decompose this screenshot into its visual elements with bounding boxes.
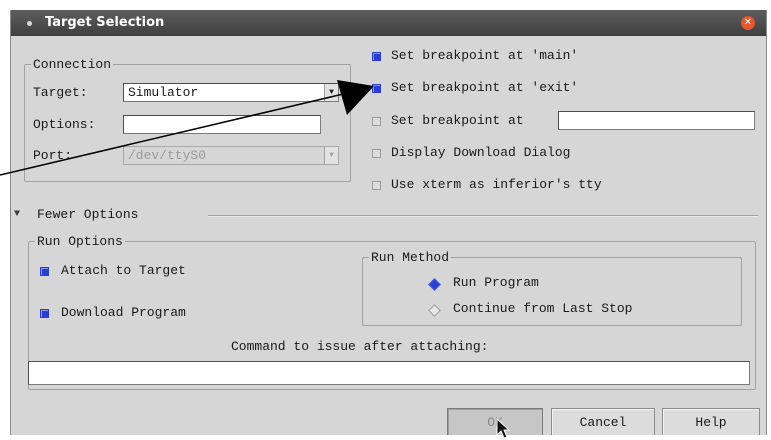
command-label: Command to issue after attaching: xyxy=(231,339,489,354)
target-combo[interactable]: Simulator ▼ xyxy=(123,83,339,102)
fewer-options-toggle[interactable]: Fewer Options xyxy=(37,207,138,222)
window-menu-icon[interactable] xyxy=(27,21,32,26)
breakpoint-main-label[interactable]: Set breakpoint at 'main' xyxy=(391,48,578,63)
breakpoint-at-input[interactable] xyxy=(558,111,755,130)
continue-label[interactable]: Continue from Last Stop xyxy=(453,301,632,316)
download-dialog-label[interactable]: Display Download Dialog xyxy=(391,145,570,160)
options-label: Options: xyxy=(33,117,96,132)
chevron-down-icon: ▼ xyxy=(324,147,338,164)
target-label: Target: xyxy=(33,85,88,100)
window-title: Target Selection xyxy=(45,15,165,30)
help-button[interactable]: Help xyxy=(662,408,760,435)
chevron-down-icon[interactable]: ▼ xyxy=(324,84,338,101)
attach-label[interactable]: Attach to Target xyxy=(61,263,186,278)
run-options-legend: Run Options xyxy=(37,234,123,249)
run-program-label[interactable]: Run Program xyxy=(453,275,539,290)
target-value: Simulator xyxy=(128,85,199,100)
fewer-options-separator xyxy=(208,215,758,217)
run-method-legend: Run Method xyxy=(371,250,450,265)
xterm-checkbox[interactable] xyxy=(372,181,381,190)
breakpoint-exit-label[interactable]: Set breakpoint at 'exit' xyxy=(391,80,578,95)
breakpoint-exit-checkbox[interactable] xyxy=(372,84,381,93)
title-bar[interactable]: Target Selection ✕ xyxy=(11,10,766,36)
download-program-checkbox[interactable] xyxy=(40,309,49,318)
port-combo[interactable]: /dev/ttyS0 ▼ xyxy=(123,146,339,165)
close-icon[interactable]: ✕ xyxy=(741,16,755,30)
xterm-label[interactable]: Use xterm as inferior's tty xyxy=(391,177,602,192)
port-label: Port: xyxy=(33,148,73,163)
options-input[interactable] xyxy=(123,115,321,134)
ok-button[interactable]: OK xyxy=(447,408,543,435)
connection-legend: Connection xyxy=(33,57,112,72)
download-dialog-checkbox[interactable] xyxy=(372,149,381,158)
breakpoint-at-checkbox[interactable] xyxy=(372,117,381,126)
download-program-label[interactable]: Download Program xyxy=(61,305,186,320)
breakpoint-at-label[interactable]: Set breakpoint at xyxy=(391,113,524,128)
command-input[interactable] xyxy=(28,361,750,385)
triangle-down-icon[interactable]: ▼ xyxy=(14,209,20,220)
attach-checkbox[interactable] xyxy=(40,267,49,276)
port-value: /dev/ttyS0 xyxy=(128,148,207,163)
target-selection-dialog: Target Selection ✕ Connection Target: Si… xyxy=(10,10,767,435)
breakpoint-main-checkbox[interactable] xyxy=(372,52,381,61)
cancel-button[interactable]: Cancel xyxy=(551,408,655,435)
